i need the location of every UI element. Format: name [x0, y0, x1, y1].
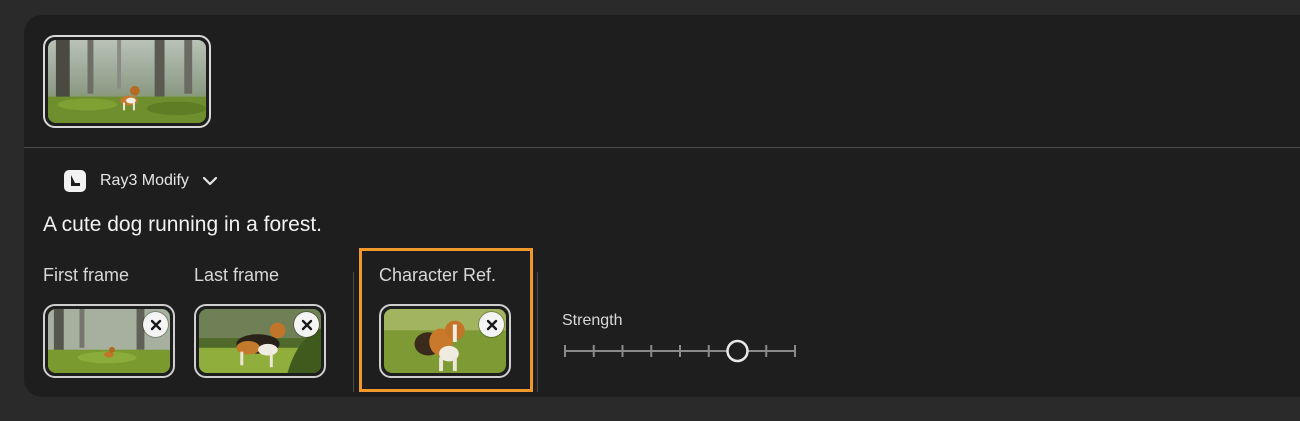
close-icon: [150, 319, 161, 330]
last-frame-thumbnail[interactable]: [194, 304, 326, 378]
model-selector[interactable]: Ray3 Modify: [64, 167, 219, 195]
last-frame-label: Last frame: [194, 265, 280, 285]
output-area: [24, 15, 1300, 148]
first-frame-label: First frame: [43, 265, 130, 285]
character-ref-highlight: [359, 248, 533, 392]
luma-logo-icon: [64, 170, 86, 192]
first-frame-thumbnail[interactable]: [43, 304, 175, 378]
generation-panel: Ray3 Modify A cute dog running in a fore…: [24, 15, 1300, 397]
close-icon: [301, 319, 312, 330]
forest-dog-image: [48, 40, 206, 123]
chevron-down-icon[interactable]: [201, 172, 219, 190]
divider: [24, 147, 1300, 148]
model-name: Ray3 Modify: [100, 172, 189, 189]
prompt-text[interactable]: A cute dog running in a forest.: [43, 213, 322, 237]
separator: [353, 272, 354, 392]
generated-video-thumbnail[interactable]: [43, 35, 211, 128]
separator: [537, 272, 538, 392]
strength-label: Strength: [562, 312, 623, 329]
remove-last-frame-button[interactable]: [294, 312, 319, 337]
remove-first-frame-button[interactable]: [143, 312, 168, 337]
strength-slider[interactable]: [562, 338, 798, 364]
slider-thumb[interactable]: [726, 339, 749, 363]
